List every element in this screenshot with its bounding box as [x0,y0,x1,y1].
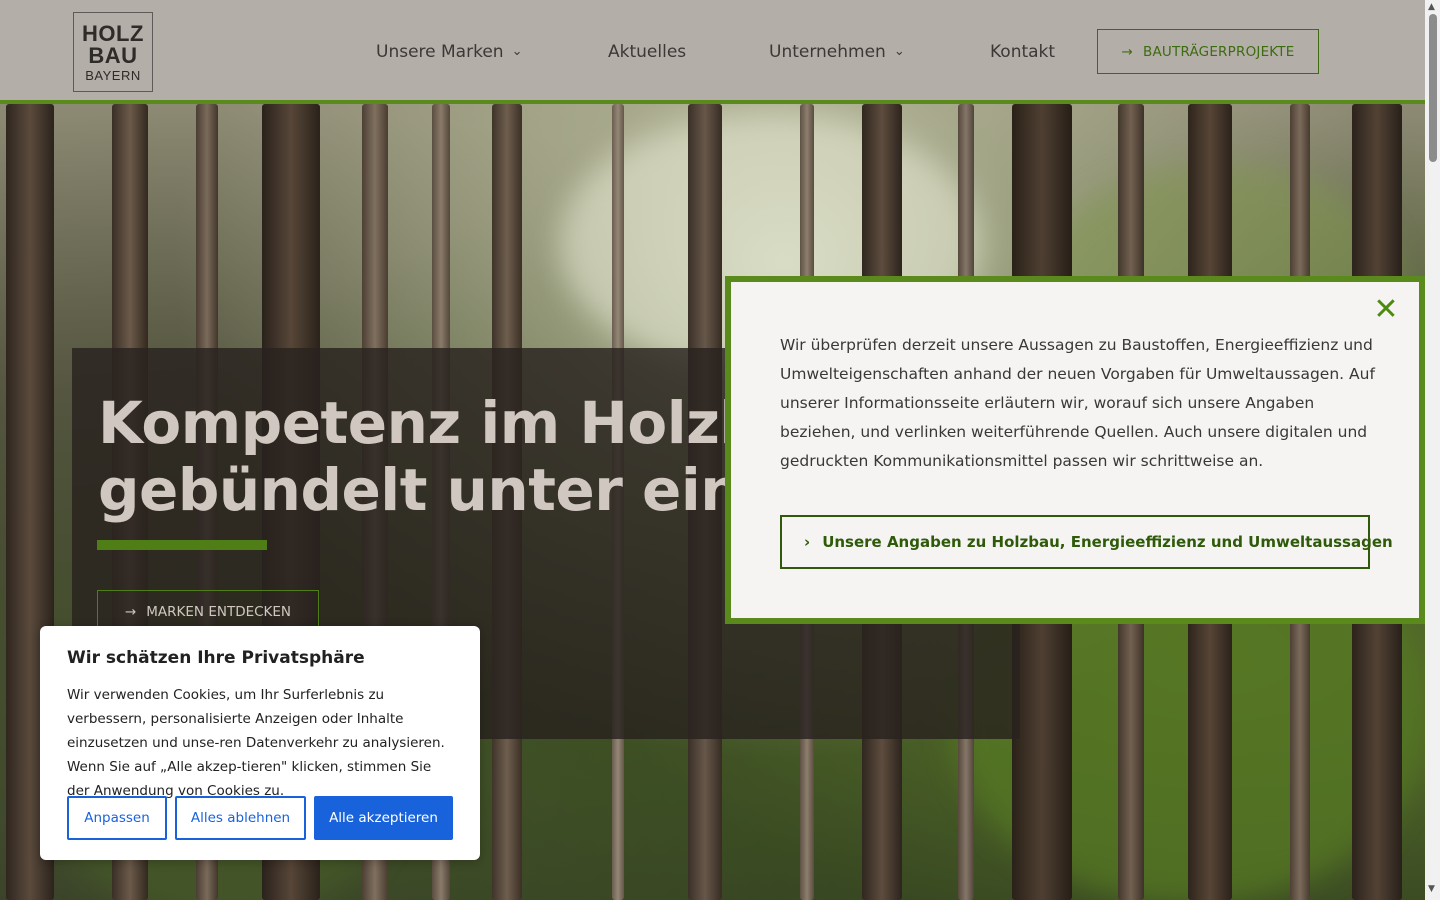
scrollbar-thumb[interactable] [1429,14,1437,162]
nav-item-kontakt[interactable]: Kontakt [990,42,1055,62]
notice-info-link-button[interactable]: › Unsere Angaben zu Holzbau, Energieeffi… [780,515,1393,569]
nav-item-aktuelles[interactable]: Aktuelles [608,42,686,62]
logo-line-2: BAU [88,42,138,68]
arrow-right-icon: → [124,604,137,620]
nav-item-label: Kontakt [990,42,1056,62]
notice-text: Wir überprüfen derzeit unsere Aussagen z… [780,336,1375,470]
scroll-down-arrow-icon[interactable]: ▼ [1428,884,1435,894]
cookie-text: Wir verwenden Cookies, um Ihr Surferlebn… [67,687,445,799]
chevron-right-icon: › [804,533,811,551]
chevron-down-icon: ⌄ [511,43,523,59]
close-icon[interactable]: ✕ [1372,295,1400,325]
notice-link-label: Unsere Angaben zu Holzbau, Energieeffizi… [822,533,1393,551]
nav-item-label: Unternehmen [769,42,886,62]
cookie-customize-button[interactable]: Anpassen [67,796,167,840]
cookie-title: Wir schätzen Ihre Privatsphäre [67,648,365,668]
nav-item-unsere-marken[interactable]: Unsere Marken ⌄ [376,42,522,62]
bautraegerprojekte-button[interactable]: → BAUTRÄGERPROJEKTE [1097,29,1319,74]
cookie-reject-button[interactable]: Alles ablehnen [175,796,306,840]
nav-item-unternehmen[interactable]: Unternehmen ⌄ [769,42,905,62]
scroll-up-arrow-icon[interactable]: ▲ [1428,2,1435,12]
cookie-accept-button[interactable]: Alle akzeptieren [314,796,453,840]
holzbau-bayern-logo[interactable]: HOLZ BAU BAYERN [73,12,153,92]
site-header: HOLZ BAU BAYERN Unsere Marken ⌄ Aktuelle… [0,0,1425,104]
arrow-right-icon: → [1121,43,1134,60]
logo-line-1: HOLZ [82,20,144,46]
nav-item-label: Unsere Marken [376,42,504,62]
logo-line-3: BAYERN [85,67,141,83]
cta-label: BAUTRÄGERPROJEKTE [1143,43,1295,60]
chevron-down-icon: ⌄ [893,43,905,59]
hero-accent-rule [97,540,267,550]
nav-item-label: Aktuelles [608,42,687,62]
hero-button-label: MARKEN ENTDECKEN [146,604,292,620]
